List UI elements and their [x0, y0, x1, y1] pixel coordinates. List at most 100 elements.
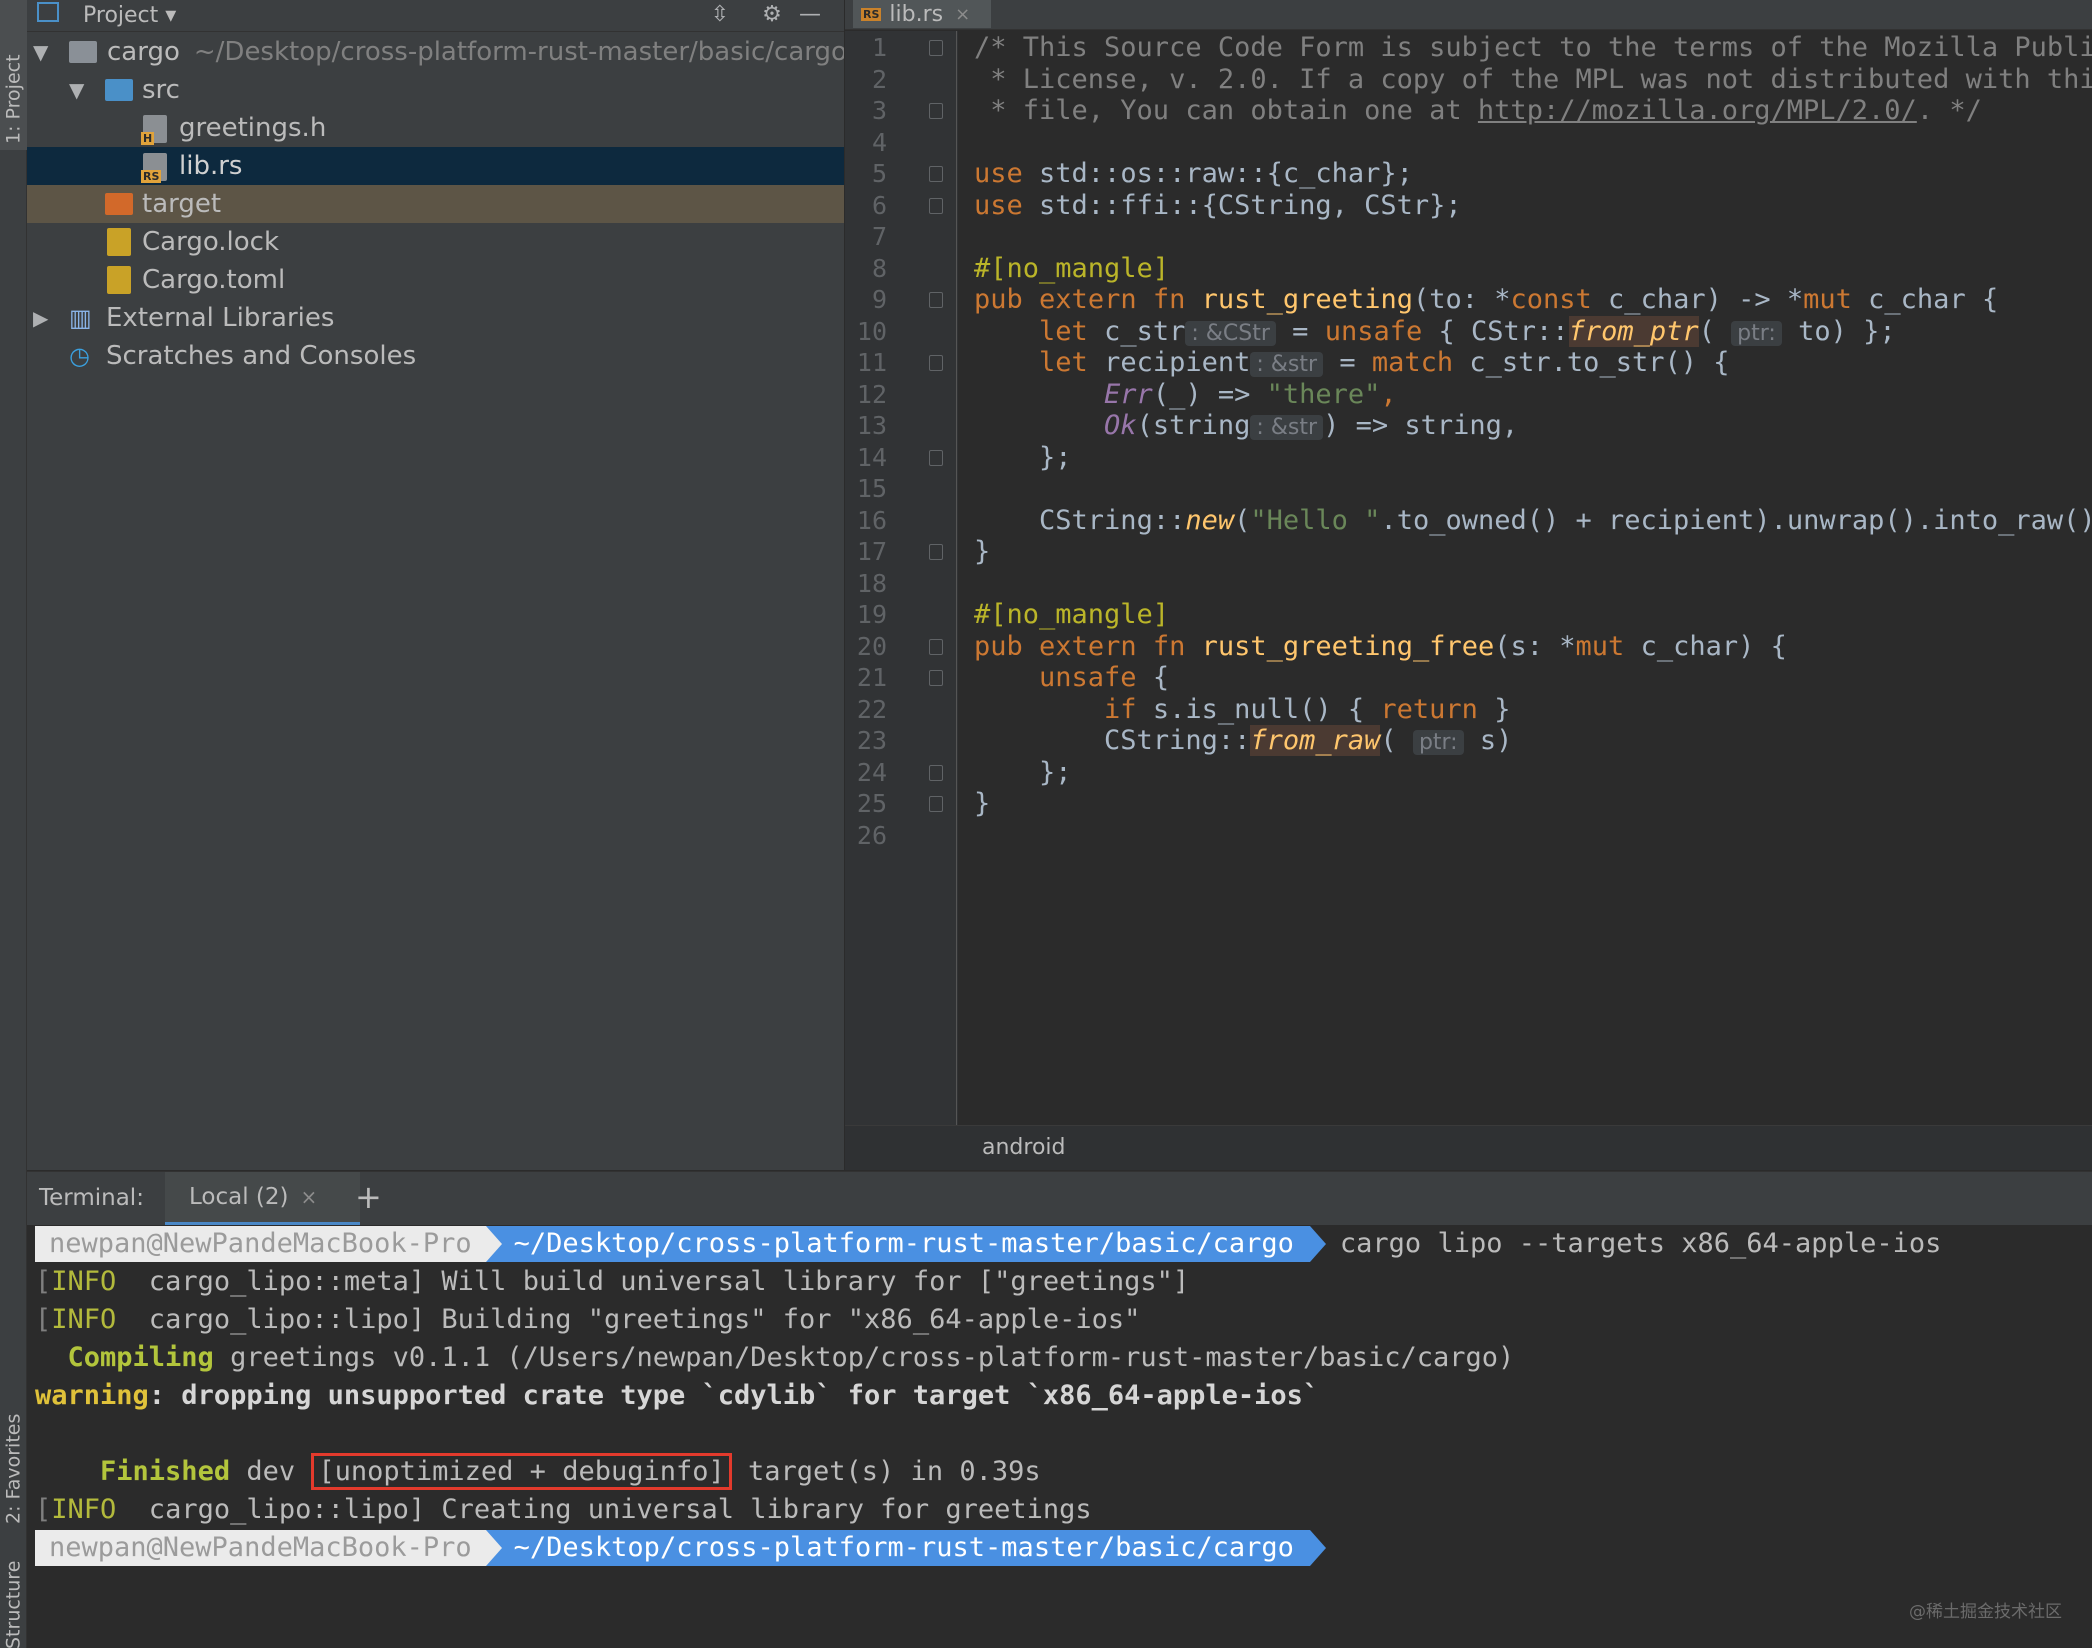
tree-item-external-libraries[interactable]: ▶ ▥ External Libraries: [27, 299, 844, 337]
line-number[interactable]: 6: [845, 191, 887, 220]
minimize-icon[interactable]: —: [795, 0, 825, 28]
tree-item-cargo-toml[interactable]: Cargo.toml: [27, 261, 844, 299]
fold-marker-icon[interactable]: [929, 292, 943, 308]
line-number[interactable]: 26: [845, 821, 887, 850]
tab-lib-rs[interactable]: RS lib.rs ×: [853, 0, 991, 28]
tree-item-label: External Libraries: [106, 303, 335, 333]
tree-item-cargo[interactable]: ▼ cargo ~/Desktop/cross-platform-rust-mas…: [27, 33, 844, 71]
prompt-path: ~/Desktop/cross-platform-rust-master/bas…: [485, 1530, 1327, 1566]
close-terminal-tab-icon[interactable]: ×: [301, 1185, 318, 1209]
code-line-2: * License, v. 2.0. If a copy of the MPL …: [974, 63, 2092, 95]
gear-icon[interactable]: ⚙: [757, 0, 787, 28]
code-line-19: #[no_mangle]: [974, 599, 1170, 630]
line-number[interactable]: 19: [845, 600, 887, 629]
line-number[interactable]: 13: [845, 411, 887, 440]
line-number[interactable]: 22: [845, 695, 887, 724]
mpl-link[interactable]: http://mozilla.org/MPL/2.0/: [1478, 95, 1917, 126]
line-number[interactable]: 9: [845, 285, 887, 314]
fold-marker-icon[interactable]: [929, 166, 943, 182]
tree-item-label: Cargo.lock: [142, 227, 280, 257]
fold-marker-icon[interactable]: [929, 638, 943, 655]
code-line-12: Err(_) => "there",: [1104, 378, 1397, 410]
line-number[interactable]: 20: [845, 632, 887, 661]
line-number[interactable]: 4: [845, 128, 887, 157]
param-hint: ptr:: [1731, 320, 1782, 346]
terminal-line: Finished dev [unoptimized + debuginfo] t…: [35, 1453, 1041, 1491]
line-number[interactable]: 11: [845, 348, 887, 377]
tree-item-lib-rs[interactable]: RS lib.rs: [27, 147, 844, 185]
line-number[interactable]: 10: [845, 317, 887, 346]
tree-item-label: src: [142, 75, 180, 105]
line-number[interactable]: 8: [845, 254, 887, 283]
prompt-line: newpan@NewPandeMacBook-Pro ~/Desktop/cros…: [35, 1225, 1941, 1263]
line-number[interactable]: 18: [845, 569, 887, 598]
fold-marker-icon[interactable]: [929, 449, 943, 466]
fold-marker-icon[interactable]: [929, 796, 943, 812]
code-line-6: use std::ffi::{CString, CStr};: [974, 189, 1462, 221]
code-editor[interactable]: /* This Source Code Form is subject to t…: [958, 31, 2092, 1125]
line-number[interactable]: 12: [845, 380, 887, 409]
fold-marker-icon[interactable]: [929, 197, 943, 214]
line-number[interactable]: 23: [845, 726, 887, 755]
code-line-17: }: [974, 536, 991, 567]
param-hint: ptr:: [1412, 730, 1464, 755]
line-number[interactable]: 16: [845, 506, 887, 535]
fold-marker-icon[interactable]: [929, 103, 943, 119]
line-number[interactable]: 14: [845, 443, 887, 472]
tree-item-target[interactable]: target: [27, 185, 844, 223]
code-line-22: if s.is_null() { return }: [1104, 693, 1511, 725]
folder-icon: [69, 41, 97, 63]
prompt-user: newpan@NewPandeMacBook-Pro: [35, 1530, 486, 1566]
prompt-path: ~/Desktop/cross-platform-rust-master/bas…: [485, 1226, 1327, 1262]
fold-marker-icon[interactable]: [929, 670, 943, 686]
fold-marker-icon[interactable]: [929, 40, 943, 56]
fold-marker-icon[interactable]: [929, 544, 943, 560]
rust-file-icon: RS: [141, 153, 167, 183]
tree-item-src[interactable]: ▼ src: [27, 71, 844, 109]
line-number[interactable]: 21: [845, 663, 887, 692]
header-file-icon: H: [141, 115, 167, 145]
favorites-tool-tab[interactable]: 2: Favorites: [0, 1360, 27, 1530]
cargo-file-icon: [107, 266, 131, 294]
type-hint: : &str: [1250, 415, 1324, 440]
line-number[interactable]: 17: [845, 537, 887, 566]
library-icon: ▥: [69, 304, 92, 332]
code-line-14: };: [1039, 441, 1072, 473]
expand-arrow-icon[interactable]: ▼: [33, 40, 48, 64]
tool-window-strip: 1: Project 2: Favorites Structure: [0, 0, 27, 1648]
tree-item-label: lib.rs: [179, 151, 243, 181]
tree-item-scratches[interactable]: ◷ Scratches and Consoles: [27, 337, 844, 375]
rust-file-icon: RS: [861, 7, 882, 21]
project-view-selector[interactable]: Project ▾: [83, 3, 176, 28]
tree-item-greetings-h[interactable]: H greetings.h: [27, 109, 844, 147]
excluded-folder-icon: [105, 193, 133, 215]
line-number[interactable]: 1: [845, 33, 887, 62]
tree-item-cargo-lock[interactable]: Cargo.lock: [27, 223, 844, 261]
editor-breadcrumb: android: [845, 1125, 2092, 1170]
line-number[interactable]: 7: [845, 222, 887, 251]
terminal-tab-local[interactable]: Local (2) ×: [165, 1172, 360, 1226]
fold-marker-icon[interactable]: [929, 764, 943, 781]
line-number[interactable]: 2: [845, 65, 887, 94]
breadcrumb-item[interactable]: android: [982, 1135, 1066, 1160]
type-hint: : &str: [1250, 352, 1324, 377]
project-tool-tab[interactable]: 1: Project: [0, 0, 27, 150]
gutter-separator: [956, 31, 957, 1125]
expand-arrow-icon[interactable]: ▼: [69, 78, 84, 102]
terminal-title: Terminal:: [39, 1185, 144, 1211]
terminal-output[interactable]: newpan@NewPandeMacBook-Pro ~/Desktop/cros…: [27, 1225, 2092, 1648]
collapse-all-icon[interactable]: ⇳: [705, 0, 735, 28]
line-number[interactable]: 5: [845, 159, 887, 188]
prompt-user: newpan@NewPandeMacBook-Pro: [35, 1226, 486, 1262]
tree-item-label: Cargo.toml: [142, 265, 286, 295]
fold-marker-icon[interactable]: [929, 355, 943, 371]
close-tab-icon[interactable]: ×: [955, 4, 970, 25]
editor-gutter[interactable]: 1 2 3 4 5 6 7 8 9 10 11 12 13 14 15 16 17 18 19 20 21 22 23 24 2…: [845, 31, 958, 1125]
new-terminal-button[interactable]: +: [355, 1178, 382, 1216]
collapse-arrow-icon[interactable]: ▶: [33, 306, 48, 330]
line-number[interactable]: 15: [845, 474, 887, 503]
line-number[interactable]: 3: [845, 96, 887, 125]
line-number[interactable]: 25: [845, 789, 887, 818]
line-number[interactable]: 24: [845, 758, 887, 787]
structure-tool-tab[interactable]: Structure: [0, 1545, 27, 1648]
